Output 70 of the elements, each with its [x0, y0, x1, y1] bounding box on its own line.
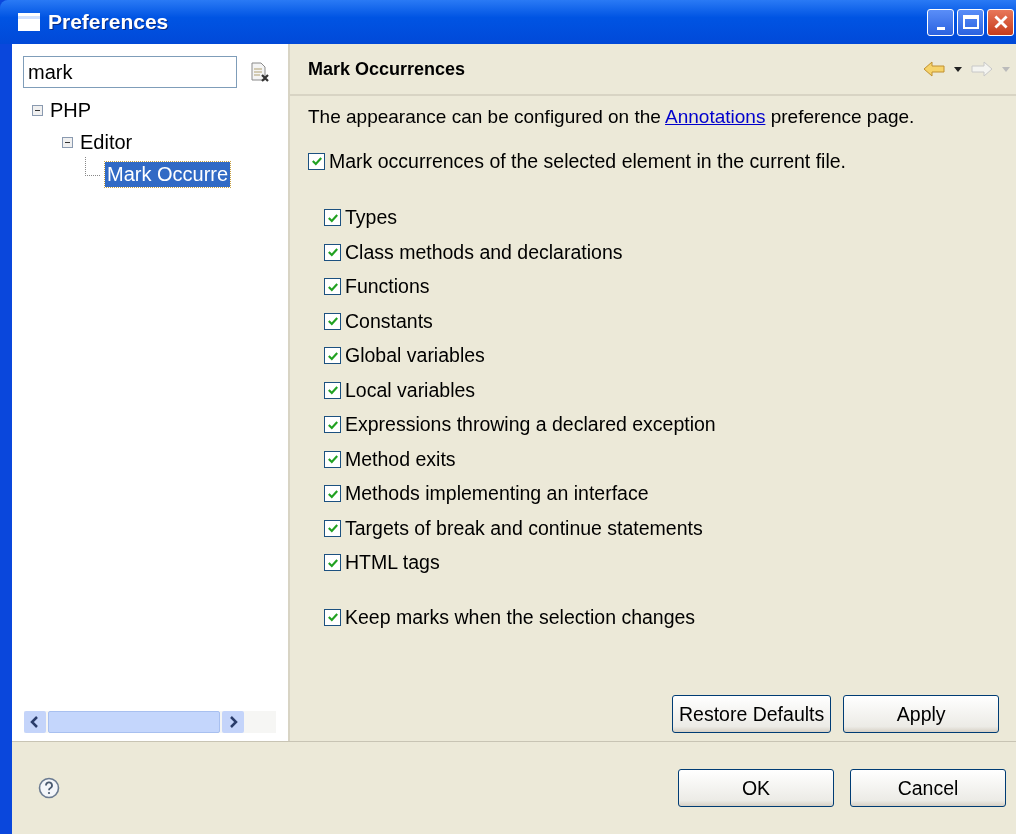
checkbox-label: Local variables — [345, 378, 476, 402]
checkmark-icon — [326, 418, 339, 431]
chevron-left-icon — [30, 716, 40, 728]
checkbox[interactable] — [324, 209, 341, 227]
checkbox[interactable] — [324, 608, 341, 626]
checkbox[interactable] — [324, 347, 341, 365]
window-title: Preferences — [48, 10, 170, 34]
filter-field[interactable]: mark — [23, 56, 237, 88]
checkbox[interactable] — [324, 519, 341, 537]
close-icon — [993, 15, 1008, 29]
dropdown-icon[interactable] — [954, 66, 962, 72]
checkmark-icon — [326, 315, 339, 328]
collapse-icon[interactable] — [62, 136, 73, 148]
chevron-right-icon — [228, 716, 238, 728]
checkmark-icon — [326, 453, 339, 466]
checkbox[interactable] — [324, 381, 341, 399]
help-icon[interactable] — [38, 777, 60, 799]
dialog-button[interactable]: Cancel — [850, 769, 1006, 807]
checkbox-label: Method exits — [345, 447, 456, 471]
checkbox-label: Methods implementing an interface — [345, 482, 649, 506]
horizontal-scrollbar[interactable] — [24, 711, 276, 733]
checkmark-icon — [326, 556, 339, 569]
window-icon — [18, 13, 40, 31]
checkbox-label: Global variables — [345, 344, 485, 368]
checkbox[interactable] — [324, 450, 341, 468]
dialog-button[interactable]: OK — [678, 769, 834, 807]
checkbox-label: Types — [345, 206, 398, 230]
checkmark-icon — [326, 349, 339, 362]
checkmark-icon — [310, 155, 323, 168]
scrollbar-thumb[interactable] — [48, 711, 220, 733]
scroll-left-button[interactable] — [24, 711, 46, 733]
minimize-button[interactable] — [927, 8, 954, 36]
checkbox-label: Constants — [345, 309, 433, 333]
tree-item[interactable]: PHP — [48, 97, 94, 123]
checkbox[interactable] — [308, 152, 325, 170]
checkbox[interactable] — [324, 485, 341, 503]
checkbox[interactable] — [324, 416, 341, 434]
checkbox-label: Targets of break and continue statements — [345, 516, 703, 540]
checkbox-label: HTML tags — [345, 551, 440, 575]
checkmark-icon — [326, 611, 339, 624]
checkmark-icon — [326, 246, 339, 259]
checkbox[interactable] — [324, 312, 341, 330]
tree-item[interactable]: Editor — [78, 129, 135, 155]
collapse-icon[interactable] — [32, 104, 43, 116]
checkbox[interactable] — [324, 243, 341, 261]
checkmark-icon — [326, 280, 339, 293]
tree-item[interactable]: Mark Occurre — [105, 161, 231, 187]
checkmark-icon — [326, 522, 339, 535]
forward-arrow-icon — [970, 61, 994, 77]
checkbox[interactable] — [324, 554, 341, 572]
checkbox-label: Functions — [345, 275, 430, 299]
description-text: The appearance can be configured on the Annotations preference page. — [308, 106, 916, 128]
checkmark-icon — [326, 211, 339, 224]
scroll-right-button[interactable] — [222, 711, 244, 733]
page-title: Mark Occurrences — [308, 58, 466, 80]
checkbox[interactable] — [324, 278, 341, 296]
clear-filter-icon[interactable] — [249, 61, 271, 83]
checkbox-label: Keep marks when the selection changes — [345, 605, 696, 629]
checkbox-label: Class methods and declarations — [345, 240, 623, 264]
maximize-button[interactable] — [957, 8, 984, 36]
dropdown-icon — [1002, 66, 1010, 72]
checkbox-label: Expressions throwing a declared exception — [345, 413, 716, 437]
page-button[interactable]: Apply — [843, 695, 1000, 733]
checkmark-icon — [326, 384, 339, 397]
checkbox-label: Mark occurrences of the selected element in the current file. — [329, 149, 846, 173]
tree-connector — [85, 156, 100, 176]
checkmark-icon — [326, 487, 339, 500]
annotations-link[interactable]: Annotations — [665, 106, 766, 127]
close-button[interactable] — [987, 8, 1014, 36]
page-button[interactable]: Restore Defaults — [672, 695, 832, 733]
